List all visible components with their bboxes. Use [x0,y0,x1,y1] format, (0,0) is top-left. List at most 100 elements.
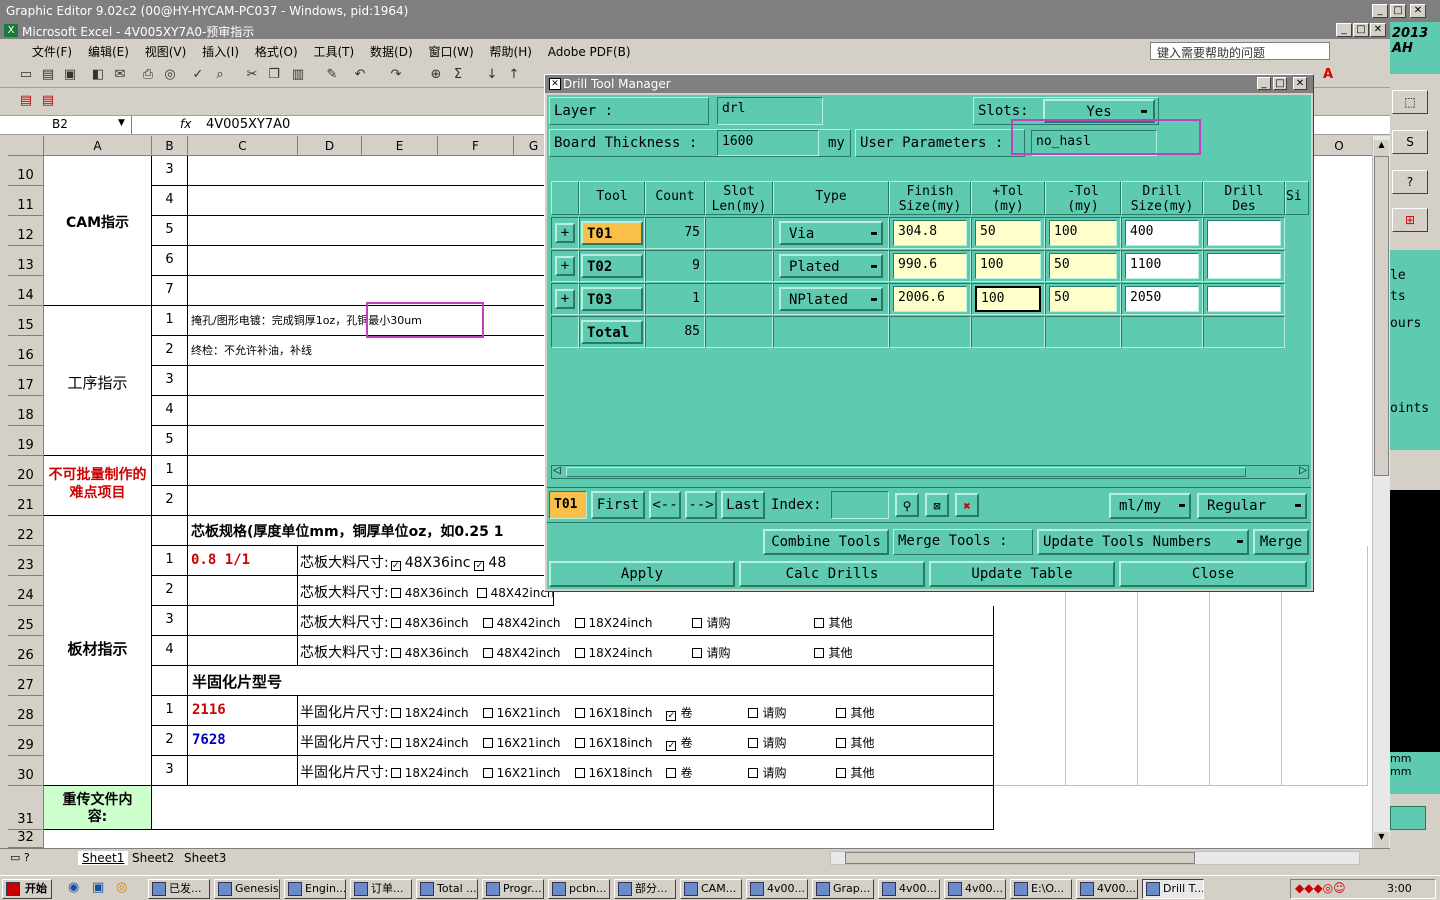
table-scroll-thumb[interactable] [566,467,1246,477]
excel-close-button[interactable]: ✕ [1370,23,1386,37]
thickness-field[interactable]: 1600 [717,130,819,156]
menu-format[interactable]: 格式(O) [249,40,304,63]
column-header-o[interactable]: O [1304,136,1374,156]
core-value[interactable] [188,576,298,606]
desktop-icon[interactable]: ▣ [92,880,104,895]
task-button[interactable]: 4v00... [746,879,808,899]
minimize-button[interactable]: _ [1372,4,1388,18]
email-icon[interactable]: ✉ [112,67,128,83]
checkbox[interactable] [390,648,401,658]
type-dropdown[interactable]: Via ▬ [779,221,883,245]
side-list-item[interactable]: le [1390,250,1440,283]
menu-edit[interactable]: 编辑(E) [82,40,135,63]
row-header[interactable]: 18 [8,396,44,426]
row-header[interactable]: 14 [8,276,44,306]
minus-tol-field[interactable]: 50 [1049,253,1117,279]
column-header-c[interactable]: C [188,136,298,156]
cam-cell[interactable] [188,246,554,276]
select-all-corner[interactable] [8,136,44,156]
cam-cell[interactable] [188,216,554,246]
row-header[interactable]: 21 [8,486,44,516]
checkbox[interactable] [748,738,759,748]
checkbox-checked[interactable]: ✓ [666,741,677,751]
horizontal-scrollbar[interactable] [830,851,1360,865]
checkbox[interactable] [476,588,487,598]
task-button[interactable]: 部分... [614,879,676,899]
tab-sheet1[interactable]: Sheet1 [78,851,129,865]
checkbox-checked[interactable]: ✓ [666,711,677,721]
units-dropdown[interactable]: ml/my ▬ [1109,493,1191,519]
row-header[interactable]: 30 [8,756,44,786]
cam-cell[interactable] [188,156,554,186]
row-header[interactable]: 22 [8,516,44,546]
checkbox[interactable] [836,708,847,718]
checkbox[interactable] [482,618,493,628]
name-box-dropdown-icon[interactable]: ▼ [118,118,125,128]
menu-data[interactable]: 数据(D) [364,40,419,63]
task-button[interactable]: 4v00... [878,879,940,899]
expand-icon[interactable]: + [555,223,575,243]
column-header-a[interactable]: A [44,136,152,156]
close-button[interactable]: ✕ [1410,4,1426,18]
checkbox[interactable] [574,708,585,718]
horizontal-scroll-thumb[interactable] [845,852,1195,864]
row-header[interactable]: 31 [8,786,44,830]
autosum-icon[interactable]: Σ [450,67,466,83]
drill-des-field[interactable] [1207,286,1281,312]
difficult-cell[interactable] [188,486,554,516]
row-header[interactable]: 10 [8,156,44,186]
row-header[interactable]: 17 [8,366,44,396]
type-dropdown[interactable]: NPlated ▬ [779,287,883,311]
column-header-d[interactable]: D [298,136,362,156]
finish-size-field[interactable]: 304.8 [893,220,967,246]
checkbox[interactable] [574,618,585,628]
task-button-active[interactable]: Drill T... [1142,879,1204,899]
process-cell[interactable] [188,366,554,396]
row-header[interactable]: 27 [8,666,44,696]
research-icon[interactable]: ⌕ [212,67,228,83]
checkbox[interactable] [574,768,585,778]
spelling-icon[interactable]: ✓ [190,67,206,83]
tab-sheet3[interactable]: Sheet3 [180,851,230,865]
new-icon[interactable]: ▭ [18,67,34,83]
row-header[interactable]: 20 [8,456,44,486]
row-header[interactable]: 25 [8,606,44,636]
apply-button[interactable]: Apply [549,561,735,587]
row-header[interactable]: 32 [8,830,44,848]
checkbox[interactable] [390,738,401,748]
task-button[interactable]: Total ... [416,879,478,899]
checkbox[interactable] [836,768,847,778]
print-preview-icon[interactable]: ◎ [162,67,178,83]
core-value[interactable] [188,636,298,666]
task-button[interactable]: CAM... [680,879,742,899]
minus-tol-field[interactable]: 50 [1049,286,1117,312]
row-header[interactable]: 23 [8,546,44,576]
difficult-cell[interactable] [188,456,554,486]
checkbox[interactable] [390,618,401,628]
expand-icon[interactable]: + [555,289,575,309]
minus-tol-field[interactable]: 100 [1049,220,1117,246]
checkbox[interactable] [692,648,703,658]
cam-cell[interactable] [188,186,554,216]
tool-name[interactable]: T01 [581,221,643,245]
drill-des-field[interactable] [1207,220,1281,246]
merge-button[interactable]: Merge [1253,529,1309,555]
checkbox[interactable] [692,618,703,628]
task-button[interactable]: Engin... [284,879,346,899]
checkbox-checked[interactable]: ✓ [390,561,401,571]
drill-size-field[interactable]: 1100 [1125,253,1199,279]
side-option-button[interactable] [1390,806,1426,830]
task-button[interactable]: Grap... [812,879,874,899]
row-header[interactable]: 28 [8,696,44,726]
task-button[interactable]: pcbn... [548,879,610,899]
drill-size-field[interactable]: 2050 [1125,286,1199,312]
drill-des-field[interactable] [1207,253,1281,279]
side-tool-button[interactable]: ⊞ [1392,208,1428,232]
plus-tol-field[interactable]: 100 [975,253,1041,279]
print-icon[interactable]: ⎙ [140,67,156,83]
start-button[interactable]: 开始 [2,879,52,899]
undo-icon[interactable]: ↶ [352,67,368,83]
excel-minimize-button[interactable]: _ [1336,23,1352,37]
font-color-icon[interactable]: A [1320,67,1336,83]
checkbox[interactable] [814,648,825,658]
